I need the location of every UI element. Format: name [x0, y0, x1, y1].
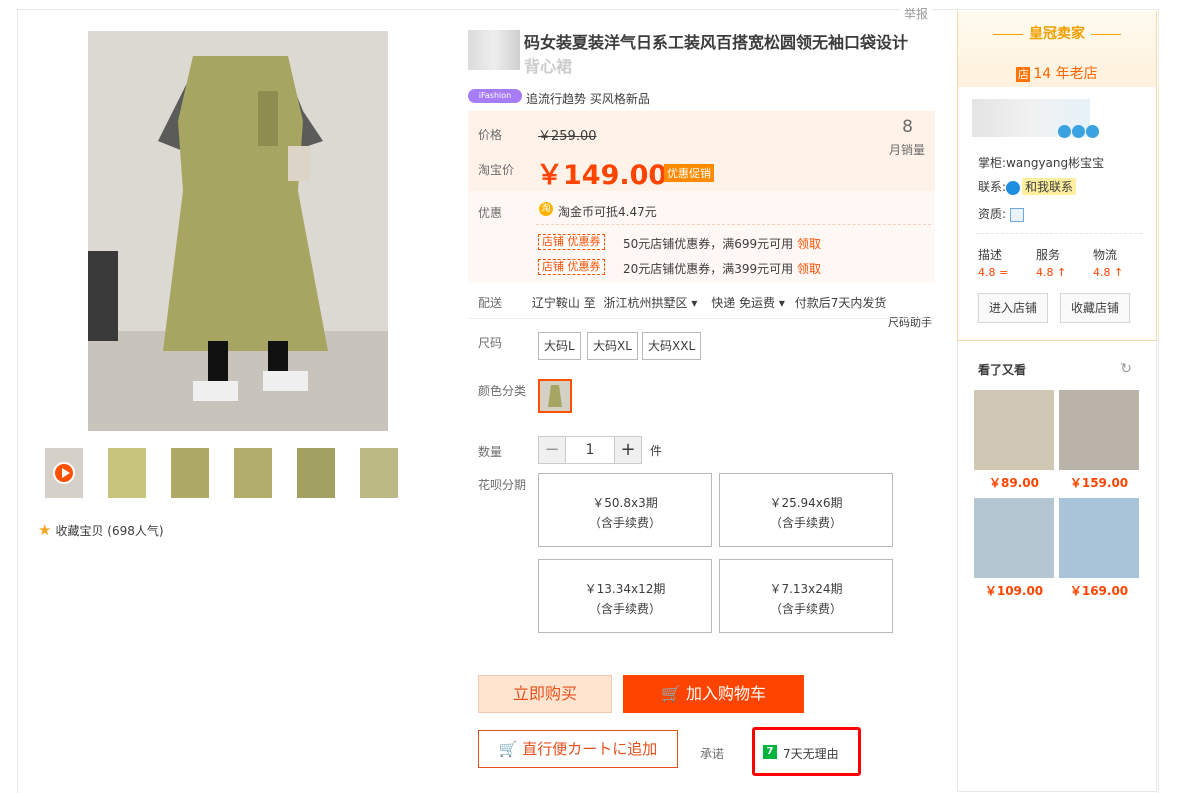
- title-blur-redaction: [468, 30, 520, 70]
- recommend-item-image[interactable]: [974, 390, 1054, 470]
- score-description: 描述 4.8 =: [978, 248, 1009, 279]
- contact-seller-button[interactable]: 和我联系: [1022, 178, 1077, 195]
- delivery-method[interactable]: 快递 免运费 ▾: [711, 296, 785, 310]
- size-label: 尺码: [478, 336, 503, 350]
- claim-coupon-link[interactable]: 领取: [797, 237, 821, 251]
- monthly-sales-label: 月销量: [888, 143, 925, 157]
- installment-label: 花呗分期: [478, 478, 527, 492]
- recommend-item-image[interactable]: [1059, 390, 1139, 470]
- shop-keeper: 掌柜:wangyang彬宝宝: [978, 156, 1105, 170]
- size-assistant-link[interactable]: 尺码助手: [888, 314, 932, 330]
- thumbnail-strip: [45, 448, 405, 498]
- claim-coupon-link[interactable]: 领取: [797, 262, 821, 276]
- price-box: 价格 ￥259.00 淘宝价 ￥149.00 优惠促销 8 月销量: [468, 111, 935, 191]
- refresh-icon[interactable]: ↻: [1120, 361, 1132, 377]
- quantity-increase-button[interactable]: +: [615, 437, 641, 463]
- wangwang-icon: [1006, 180, 1021, 195]
- discount-box: 优惠 淘 淘金币可抵4.47元 店铺 优惠券 50元店铺优惠券，满699元可用 …: [468, 191, 935, 282]
- coupon-tag: 店铺 优惠券: [538, 259, 605, 275]
- recommend-item-price[interactable]: ￥109.00: [974, 582, 1054, 599]
- report-link[interactable]: 举报: [900, 5, 933, 22]
- seven-day-return-highlight[interactable]: 7 7天无理由: [752, 727, 861, 776]
- original-price: ￥259.00: [538, 129, 597, 144]
- monthly-sales-count: 8: [902, 117, 913, 137]
- size-option-xxl[interactable]: 大码XXL: [642, 332, 702, 360]
- delivery-row: 配送 辽宁鞍山 至 浙江杭州拱墅区 ▾ 快递 免运费 ▾ 付款后7天内发货: [478, 294, 938, 311]
- license-icon[interactable]: [1009, 207, 1024, 222]
- thumbnail[interactable]: [297, 448, 335, 498]
- seller-rank-diamonds: [1058, 125, 1100, 141]
- seller-header: 皇冠卖家 店 14 年老店: [958, 11, 1156, 87]
- main-product-image[interactable]: [88, 31, 388, 431]
- divider: [468, 318, 935, 319]
- current-price: ￥149.00: [536, 160, 668, 191]
- recommend-item-price[interactable]: ￥169.00: [1059, 582, 1139, 599]
- favorite-shop-button[interactable]: 收藏店铺: [1060, 293, 1131, 323]
- coupon-tag: 店铺 优惠券: [538, 234, 605, 250]
- product-title: 码女装夏装洋气日系工装风百搭宽松圆领无袖口袋设计 背心裙: [524, 33, 909, 76]
- quantity-unit: 件: [650, 444, 663, 458]
- delivery-destination[interactable]: 浙江杭州拱墅区 ▾: [604, 296, 698, 310]
- color-label: 颜色分类: [478, 384, 527, 398]
- convenience-cart-button[interactable]: 🛒 直行便カートに追加: [478, 730, 678, 768]
- recommend-item-price[interactable]: ￥89.00: [974, 474, 1054, 491]
- seven-day-icon: 7: [763, 745, 777, 759]
- product-subtitle: 追流行趋势 买风格新品: [526, 92, 650, 106]
- add-to-cart-button[interactable]: 🛒 加入购物车: [623, 675, 804, 713]
- discount-label: 优惠: [478, 206, 503, 220]
- thumbnail[interactable]: [108, 448, 146, 498]
- see-also-panel: 看了又看 ↻ ￥89.00 ￥159.00 ￥109.00 ￥169.00: [957, 341, 1157, 792]
- price-label: 价格: [478, 128, 503, 142]
- installment-option-24[interactable]: ￥7.13x24期 （含手续费）: [719, 559, 893, 633]
- installment-option-12[interactable]: ￥13.34x12期 （含手续费）: [538, 559, 712, 633]
- thumbnail[interactable]: [171, 448, 209, 498]
- delivery-from: 辽宁鞍山 至: [531, 296, 596, 310]
- taobao-price-label: 淘宝价: [478, 163, 515, 177]
- recommend-item-image[interactable]: [974, 498, 1054, 578]
- contact-row: 联系: 和我联系: [978, 178, 1077, 195]
- ifashion-badge: iFashion: [468, 89, 522, 103]
- thumbnail-video[interactable]: [45, 448, 83, 498]
- size-option-l[interactable]: 大码L: [538, 332, 581, 360]
- score-logistics: 物流 4.8 ↑: [1093, 248, 1124, 279]
- quantity-input[interactable]: 1: [565, 437, 615, 463]
- coupon-text: 20元店铺优惠券，满399元可用 领取: [623, 262, 822, 276]
- coupon-text: 50元店铺优惠券，满699元可用 领取: [623, 237, 822, 251]
- recommend-item-price[interactable]: ￥159.00: [1059, 474, 1139, 491]
- divider: [976, 233, 1142, 234]
- delivery-label: 配送: [478, 296, 503, 310]
- favorite-label: 收藏宝贝 (698人气): [55, 523, 164, 538]
- thumbnail[interactable]: [360, 448, 398, 498]
- color-option-swatch[interactable]: [538, 379, 572, 413]
- divider: [536, 224, 931, 225]
- taojinbi-icon: 淘: [539, 202, 553, 216]
- recommend-item-image[interactable]: [1059, 498, 1139, 578]
- shop-years: 店 14 年老店: [1016, 66, 1098, 82]
- shop-icon: 店: [1016, 66, 1031, 82]
- cart-icon: 🛒: [498, 740, 518, 758]
- size-option-xl[interactable]: 大码XL: [587, 332, 638, 360]
- installment-option-3[interactable]: ￥50.8x3期 （含手续费）: [538, 473, 712, 547]
- star-icon: ★: [38, 521, 52, 539]
- coin-discount-text: 淘金币可抵4.47元: [558, 205, 657, 219]
- see-also-title: 看了又看: [978, 363, 1027, 377]
- seven-day-return-text: 7天无理由: [783, 747, 839, 761]
- play-icon: [53, 462, 75, 484]
- seller-card: 皇冠卖家 店 14 年老店 掌柜:wangyang彬宝宝 联系: 和我联系 资质: …: [957, 11, 1157, 341]
- score-service: 服务 4.8 ↑: [1036, 248, 1067, 279]
- quantity-stepper: − 1 +: [538, 436, 642, 464]
- crown-seller-badge: 皇冠卖家: [958, 23, 1156, 43]
- quantity-label: 数量: [478, 445, 503, 459]
- cart-icon: 🛒: [660, 684, 681, 703]
- installment-option-6[interactable]: ￥25.94x6期 （含手续费）: [719, 473, 893, 547]
- quantity-decrease-button[interactable]: −: [539, 437, 565, 463]
- promo-badge[interactable]: 优惠促销: [664, 164, 714, 182]
- promise-label: 承诺: [700, 747, 725, 761]
- ship-time: 付款后7天内发货: [794, 296, 887, 310]
- qualification-row: 资质:: [978, 205, 1024, 222]
- thumbnail[interactable]: [234, 448, 272, 498]
- buy-now-button[interactable]: 立即购买: [478, 675, 612, 713]
- favorite-item[interactable]: ★ 收藏宝贝 (698人气): [38, 521, 164, 539]
- enter-shop-button[interactable]: 进入店铺: [978, 293, 1049, 323]
